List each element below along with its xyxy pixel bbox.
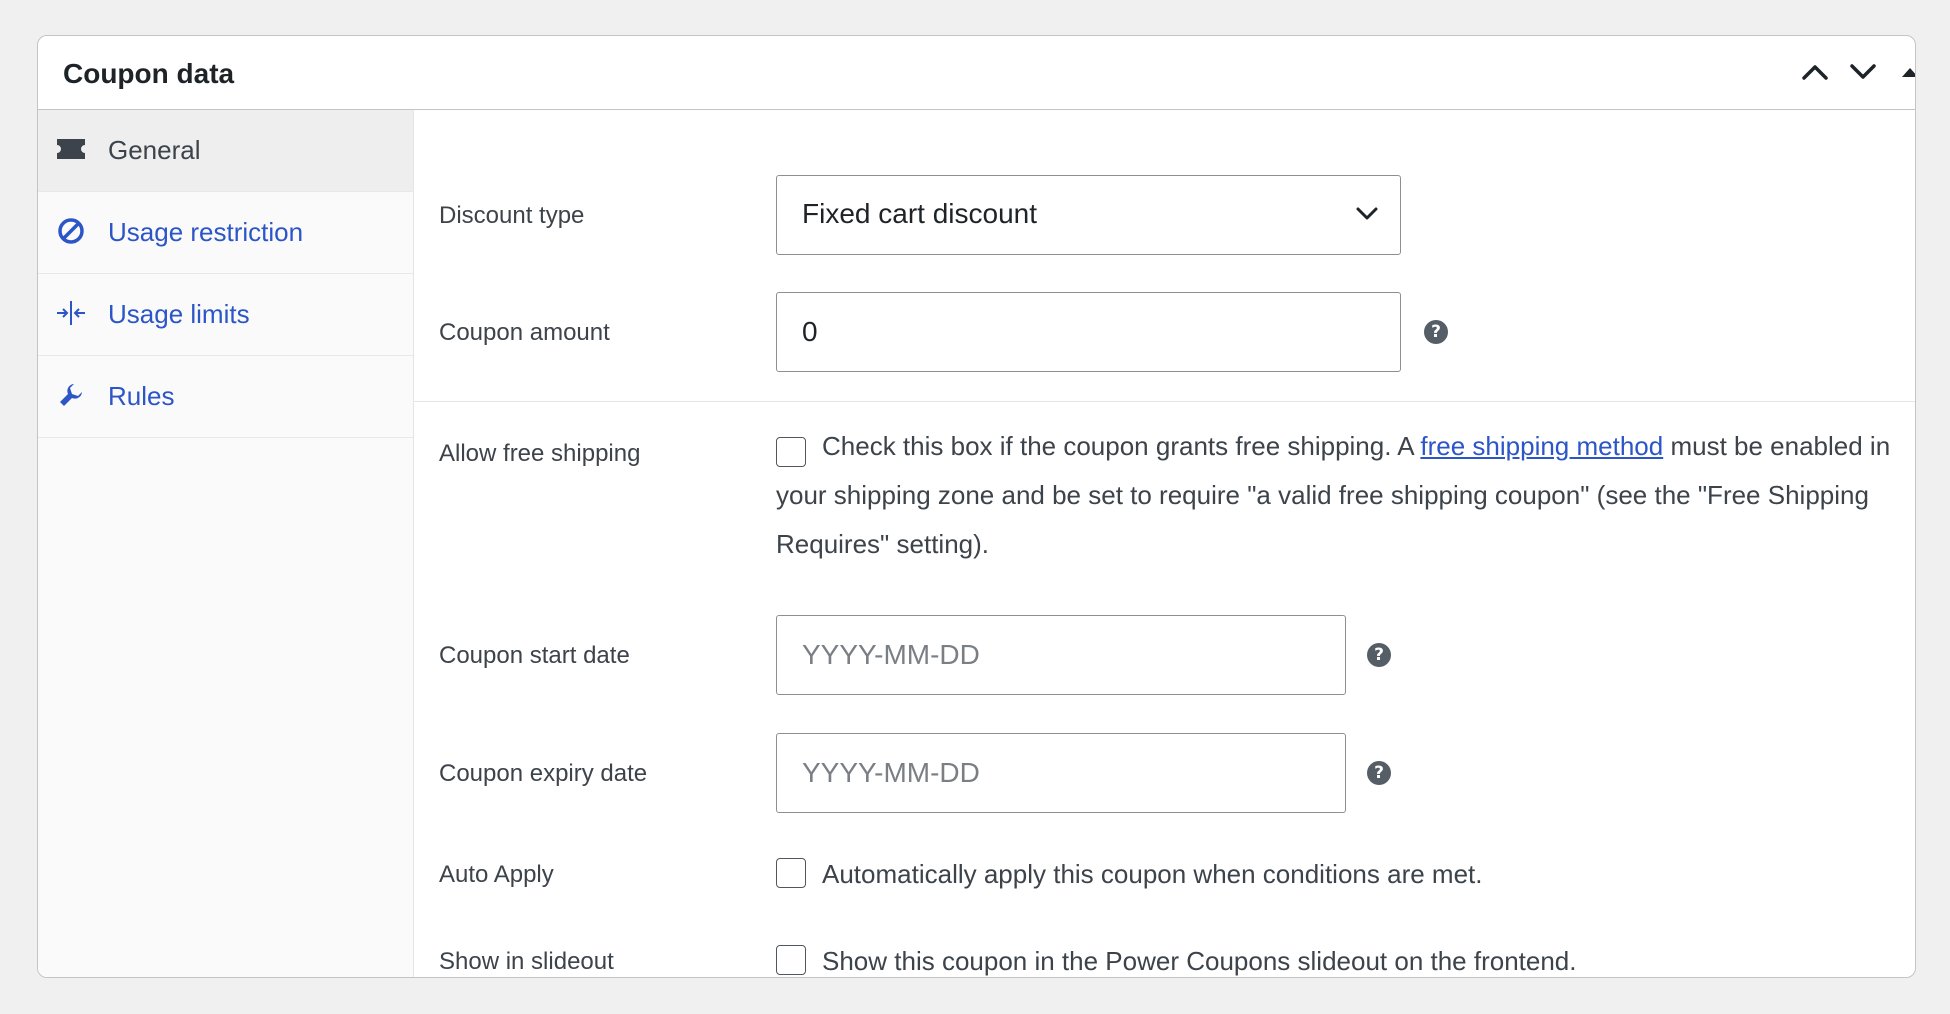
general-panel: Discount type Fixed cart discount Coupon… (414, 110, 1915, 977)
coupon-data-panel: Coupon data General Usage restriction Us… (37, 35, 1916, 978)
start-date-field[interactable] (776, 615, 1346, 695)
chevron-down-icon (1850, 64, 1876, 79)
tab-general[interactable]: General (38, 110, 413, 192)
auto-apply-label: Auto Apply (439, 861, 554, 888)
tab-usage-limits-label: Usage limits (108, 299, 250, 329)
collapse-button[interactable] (1890, 52, 1915, 92)
tab-usage-limits[interactable]: Usage limits (38, 274, 413, 356)
discount-type-value: Fixed cart discount (802, 198, 1037, 229)
wrench-icon (56, 380, 86, 410)
coupon-amount-label: Coupon amount (439, 319, 610, 346)
free-shipping-label: Allow free shipping (439, 440, 641, 467)
start-date-input[interactable] (777, 616, 1345, 694)
start-date-help-icon[interactable]: ? (1367, 643, 1391, 667)
coupon-amount-input[interactable] (777, 293, 1400, 371)
coupon-tabs: General Usage restriction Usage limits R… (38, 110, 414, 977)
free-shipping-text-before: Check this box if the coupon grants free… (822, 431, 1414, 461)
auto-apply-text: Automatically apply this coupon when con… (822, 859, 1483, 889)
coupon-amount-help-icon[interactable]: ? (1424, 320, 1448, 344)
expiry-date-help-icon[interactable]: ? (1367, 761, 1391, 785)
coupon-amount-field[interactable] (776, 292, 1401, 372)
limits-icon (56, 298, 86, 328)
ticket-icon (56, 134, 86, 164)
discount-type-label: Discount type (439, 202, 585, 229)
tab-usage-restriction-label: Usage restriction (108, 217, 304, 247)
free-shipping-description: Check this box if the coupon grants free… (776, 422, 1915, 569)
tab-usage-restriction[interactable]: Usage restriction (38, 192, 413, 274)
block-icon (56, 216, 86, 246)
tab-rules[interactable]: Rules (38, 356, 413, 438)
tab-rules-label: Rules (108, 381, 175, 411)
discount-type-select[interactable]: Fixed cart discount (776, 175, 1401, 255)
expiry-date-label: Coupon expiry date (439, 760, 648, 787)
start-date-label: Coupon start date (439, 642, 630, 669)
move-up-button[interactable] (1795, 52, 1835, 92)
slideout-checkbox[interactable] (776, 945, 806, 975)
move-down-button[interactable] (1843, 52, 1883, 92)
section-divider (414, 401, 1915, 402)
free-shipping-method-link[interactable]: free shipping method (1420, 431, 1663, 461)
panel-title: Coupon data (63, 58, 235, 89)
slideout-label: Show in slideout (439, 948, 614, 975)
tab-general-label: General (108, 135, 201, 165)
caret-up-icon (1902, 68, 1915, 77)
chevron-up-icon (1802, 65, 1828, 80)
expiry-date-field[interactable] (776, 733, 1346, 813)
auto-apply-checkbox[interactable] (776, 858, 806, 888)
slideout-text: Show this coupon in the Power Coupons sl… (822, 946, 1577, 976)
chevron-down-icon (1356, 207, 1378, 220)
expiry-date-input[interactable] (777, 734, 1345, 812)
panel-header: Coupon data (38, 36, 1915, 110)
